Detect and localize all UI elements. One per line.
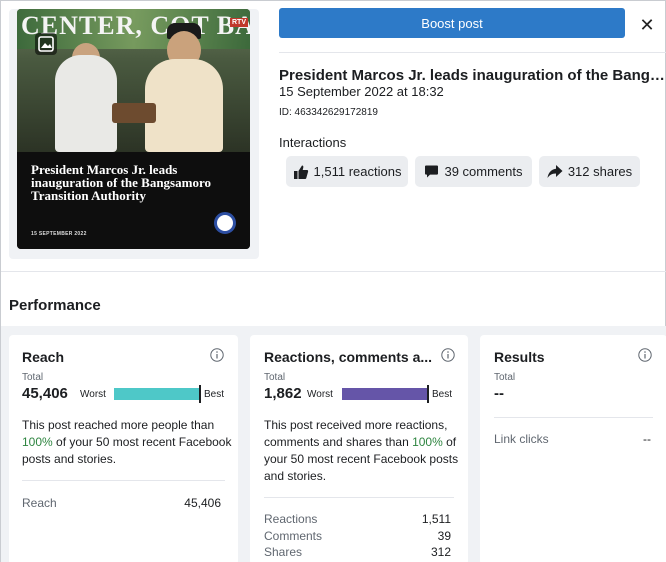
reactions-row-label: Reactions bbox=[264, 512, 318, 526]
post-id: ID: 463342629172819 bbox=[279, 107, 378, 118]
post-date: 15 September 2022 at 18:32 bbox=[279, 84, 444, 99]
comments-count: 39 comments bbox=[444, 164, 523, 179]
post-thumbnail[interactable]: CENTER, COT BATO RTV President Marcos Jr… bbox=[17, 9, 250, 249]
close-icon[interactable]: ✕ bbox=[634, 12, 660, 38]
image-icon bbox=[35, 33, 57, 55]
reactions-chip[interactable]: 1,511 reactions bbox=[286, 156, 408, 187]
engagement-total: 1,862 bbox=[264, 385, 302, 402]
info-icon[interactable] bbox=[210, 348, 224, 362]
best-label: Best bbox=[432, 389, 453, 400]
results-title: Results bbox=[494, 349, 545, 365]
results-total: -- bbox=[494, 385, 504, 402]
bar-marker bbox=[427, 385, 429, 403]
boost-post-button[interactable]: Boost post bbox=[279, 8, 625, 38]
total-label: Total bbox=[494, 372, 516, 383]
divider bbox=[1, 271, 666, 272]
thumbnail-date: 15 SEPTEMBER 2022 bbox=[31, 231, 87, 237]
comment-icon bbox=[424, 164, 439, 179]
divider bbox=[22, 480, 225, 481]
thumbnail-gift bbox=[112, 103, 156, 123]
worst-label: Worst bbox=[307, 389, 333, 400]
comments-chip[interactable]: 39 comments bbox=[415, 156, 532, 187]
reach-percentile-bar bbox=[114, 388, 199, 400]
results-card: Results Total -- Link clicks -- bbox=[480, 335, 666, 562]
share-icon bbox=[547, 164, 563, 179]
worst-label: Worst bbox=[80, 389, 106, 400]
shares-chip[interactable]: 312 shares bbox=[539, 156, 640, 187]
best-label: Best bbox=[204, 389, 225, 400]
thumbnail-caption: President Marcos Jr. leads inauguration … bbox=[31, 162, 211, 203]
link-clicks-value: -- bbox=[643, 432, 651, 446]
broadcaster-logo: RTV bbox=[230, 18, 248, 27]
total-label: Total bbox=[22, 372, 44, 383]
divider bbox=[494, 417, 653, 418]
bar-marker bbox=[199, 385, 201, 403]
percentile-value: 100% bbox=[412, 435, 443, 449]
thumbnail-person bbox=[55, 55, 117, 152]
percentile-value: 100% bbox=[22, 435, 53, 449]
reactions-row-value: 1,511 bbox=[421, 512, 451, 526]
engagement-description: This post received more reactions, comme… bbox=[264, 417, 459, 485]
info-icon[interactable] bbox=[441, 348, 455, 362]
reach-description: This post reached more people than 100% … bbox=[22, 417, 232, 468]
post-title: President Marcos Jr. leads inauguration … bbox=[279, 67, 665, 84]
interactions-heading: Interactions bbox=[279, 135, 347, 150]
post-insights-panel: CENTER, COT BATO RTV President Marcos Jr… bbox=[0, 0, 666, 562]
reach-row-label: Reach bbox=[22, 496, 57, 510]
shares-row-value: 312 bbox=[430, 545, 451, 559]
comments-row-value: 39 bbox=[437, 529, 451, 543]
reach-row-value: 45,406 bbox=[184, 496, 221, 510]
divider bbox=[279, 52, 666, 53]
description-text: of your 50 most recent Facebook posts an… bbox=[22, 435, 232, 466]
shares-count: 312 shares bbox=[567, 164, 633, 179]
total-label: Total bbox=[264, 372, 286, 383]
seal-logo bbox=[214, 212, 236, 234]
reach-title: Reach bbox=[22, 349, 65, 365]
reach-card: Reach Total 45,406 Worst Best This post … bbox=[9, 335, 238, 562]
engagement-title: Reactions, comments a... bbox=[264, 349, 433, 365]
thumbnail-person bbox=[145, 59, 223, 152]
description-text: This post reached more people than bbox=[22, 418, 215, 432]
shares-row-label: Shares bbox=[264, 545, 303, 559]
engagement-percentile-bar bbox=[342, 388, 427, 400]
engagement-card: Reactions, comments a... Total 1,862 Wor… bbox=[250, 335, 468, 562]
reactions-count: 1,511 reactions bbox=[313, 164, 402, 179]
thumbs-up-icon bbox=[293, 164, 309, 180]
reach-total: 45,406 bbox=[22, 385, 68, 402]
divider bbox=[264, 497, 454, 498]
comments-row-label: Comments bbox=[264, 529, 323, 543]
info-icon[interactable] bbox=[638, 348, 652, 362]
link-clicks-label: Link clicks bbox=[494, 432, 549, 446]
performance-heading: Performance bbox=[9, 297, 101, 314]
